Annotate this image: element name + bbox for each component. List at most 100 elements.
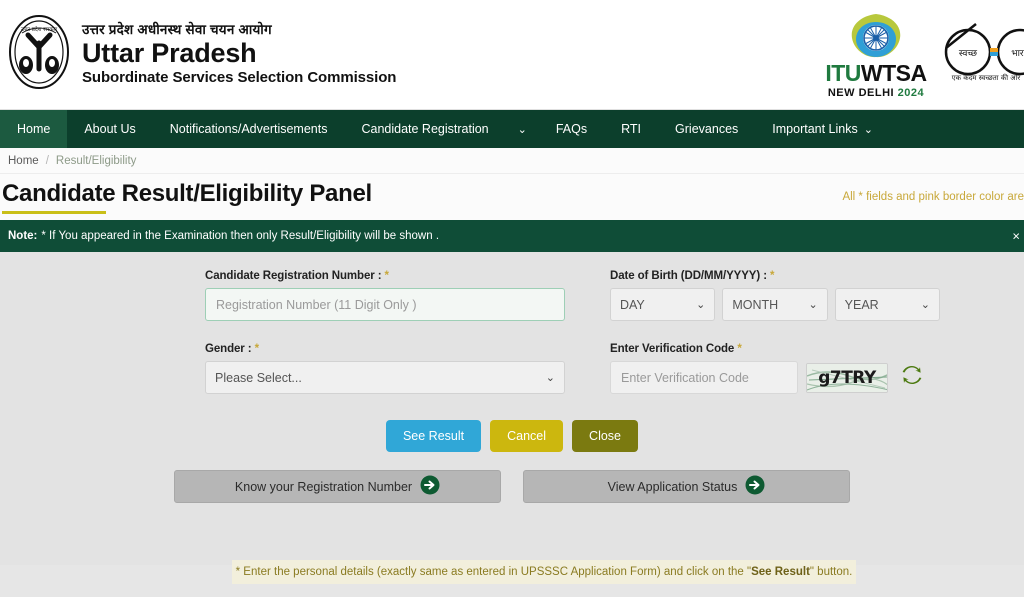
cancel-button[interactable]: Cancel xyxy=(490,420,564,452)
breadcrumb: Home / Result/Eligibility xyxy=(0,148,1024,174)
nav-item-faqs[interactable]: FAQs xyxy=(539,110,604,148)
nav-label: FAQs xyxy=(555,122,588,136)
breadcrumb-home-link[interactable]: Home xyxy=(8,155,39,167)
field-date-of-birth: Date of Birth (DD/MM/YYYY) : * DAY ⌄ MON… xyxy=(610,270,940,321)
page-root: उत्तर प्रदेश सरकार उत्तर प्रदेश अधीनस्थ … xyxy=(0,0,1024,597)
button-label: Know your Registration Number xyxy=(234,479,413,494)
nav-item-grievances[interactable]: Grievances xyxy=(658,110,755,148)
arrow-right-circle-icon xyxy=(420,475,440,498)
swachh-bharat-glasses-icon: स्वच्छ भारत एक कदम स्वच्छता की ओर xyxy=(938,18,1024,93)
captcha-text: g7TRY xyxy=(818,367,876,388)
brand-title-line2: Subordinate Services Selection Commissio… xyxy=(82,69,397,87)
svg-text:एक कदम स्वच्छता की ओर: एक कदम स्वच्छता की ओर xyxy=(952,73,1021,82)
svg-text:भारत: भारत xyxy=(1011,49,1024,59)
nav-item-about-us[interactable]: About Us xyxy=(67,110,152,148)
itu-city: NEW DELHI xyxy=(827,86,895,99)
svg-text:स्वच्छ: स्वच्छ xyxy=(959,49,978,59)
brand-title-line1: Uttar Pradesh xyxy=(82,37,257,68)
nav-label: RTI xyxy=(621,122,642,136)
svg-text:उत्तर प्रदेश सरकार: उत्तर प्रदेश सरकार xyxy=(21,26,58,33)
nav-item-important-links[interactable]: Important Links ⌄ xyxy=(755,110,890,148)
nav-label: Notifications/Advertisements xyxy=(169,122,328,136)
registration-number-label: Candidate Registration Number : * xyxy=(205,270,565,282)
itu-logo-name: ITUWTSA xyxy=(820,59,932,86)
itu-wtsa-logo: ITUWTSA NEW DELHI 2024 xyxy=(820,12,932,99)
see-result-button[interactable]: See Result xyxy=(385,420,482,452)
view-application-status-button[interactable]: View Application Status xyxy=(523,470,850,503)
form-row-2: Gender : * Please Select... ⌄ Enter Veri… xyxy=(0,343,1024,394)
nav-item-candidate-registration[interactable]: Candidate Registration xyxy=(344,110,505,148)
required-star: * xyxy=(254,343,260,355)
itu-year: 2024 xyxy=(897,86,925,99)
nav-item-notifications-advertisements[interactable]: Notifications/Advertisements xyxy=(153,110,345,148)
nav-item-home[interactable]: Home xyxy=(0,110,68,148)
secondary-buttons: Know your Registration Number View Appli… xyxy=(0,470,1024,503)
page-title: Candidate Result/Eligibility Panel xyxy=(2,180,372,214)
close-button[interactable]: Close xyxy=(572,420,639,452)
field-gender: Gender : * Please Select... ⌄ xyxy=(205,343,565,394)
verification-code-input[interactable] xyxy=(610,361,798,394)
dob-month-value: MONTH xyxy=(732,297,779,312)
breadcrumb-separator: / xyxy=(45,154,49,167)
verification-row: g7TRY xyxy=(610,361,940,394)
arrow-right-circle-icon xyxy=(745,475,765,498)
field-verification-code: Enter Verification Code * Enter Verifica… xyxy=(610,343,940,394)
dob-year-select[interactable]: YEAR ⌄ xyxy=(834,288,940,321)
site-header: उत्तर प्रदेश सरकार उत्तर प्रदेश अधीनस्थ … xyxy=(0,0,1024,110)
itu-text: ITU xyxy=(825,59,861,86)
label-text: Candidate Registration Number : xyxy=(205,270,385,282)
registration-number-input[interactable] xyxy=(205,288,565,321)
required-fields-note: All * fields and pink border color are xyxy=(842,191,1024,203)
captcha-image: g7TRY xyxy=(806,362,888,393)
note-prefix: Note: xyxy=(8,230,38,242)
main-navigation: Home About Us Notifications/Advertisemen… xyxy=(0,110,1024,148)
chevron-down-icon: ⌄ xyxy=(863,123,873,136)
dob-selects: DAY ⌄ MONTH ⌄ YEAR ⌄ xyxy=(610,288,940,321)
up-government-emblem-icon: उत्तर प्रदेश सरकार xyxy=(8,13,70,96)
chevron-down-icon: ⌄ xyxy=(545,372,555,384)
wtsa-text: WTSA xyxy=(860,59,927,86)
date-of-birth-label: Date of Birth (DD/MM/YYYY) : * xyxy=(610,270,940,282)
nav-label: Home xyxy=(17,122,51,136)
nav-item-rti[interactable]: RTI xyxy=(604,110,658,148)
gender-value: Please Select... xyxy=(215,370,302,385)
itu-logo-subtitle: NEW DELHI 2024 xyxy=(820,87,932,99)
footer-note-emphasis: See Result xyxy=(751,566,810,578)
required-star: * xyxy=(384,270,390,282)
form-area: Candidate Registration Number : * Date o… xyxy=(0,252,1024,565)
label-text: Enter Verification Code xyxy=(610,343,738,355)
dob-month-select[interactable]: MONTH ⌄ xyxy=(722,288,828,321)
verification-code-label: Enter Verification Code * xyxy=(610,343,940,355)
nav-label: About Us xyxy=(84,122,136,136)
nav-label: Grievances xyxy=(675,122,739,136)
footer-instruction-note: * Enter the personal details (exactly sa… xyxy=(232,560,856,584)
gender-label: Gender : * xyxy=(205,343,565,355)
field-registration-number: Candidate Registration Number : * xyxy=(205,270,565,321)
nav-label: Important Links xyxy=(772,122,858,136)
required-star: * xyxy=(737,343,742,355)
label-text: Gender : xyxy=(205,343,255,355)
footer-note-part2: " button. xyxy=(809,566,853,578)
note-text: * If You appeared in the Examination the… xyxy=(41,230,440,242)
header-logos: ITUWTSA NEW DELHI 2024 स्वच्छ भार एक कदम… xyxy=(820,0,1024,110)
form-grid: Candidate Registration Number : * Date o… xyxy=(0,270,1024,394)
brand-hindi-title: उत्तर प्रदेश अधीनस्थ सेवा चयन आयोग xyxy=(82,22,272,38)
gender-select[interactable]: Please Select... ⌄ xyxy=(205,361,565,394)
footer-note-part1: * Enter the personal details (exactly sa… xyxy=(235,566,752,578)
refresh-icon[interactable] xyxy=(900,363,924,392)
nav-dropdown-toggle[interactable]: ⌄ xyxy=(506,110,539,148)
chevron-down-icon: ⌄ xyxy=(696,299,706,311)
action-buttons: See Result Cancel Close xyxy=(0,420,1024,452)
label-text: Date of Birth (DD/MM/YYYY) : xyxy=(610,270,771,282)
breadcrumb-current: Result/Eligibility xyxy=(55,154,137,167)
chevron-down-icon: ⌄ xyxy=(808,299,818,311)
close-icon[interactable]: × xyxy=(1012,230,1020,243)
button-label: View Application Status xyxy=(607,479,738,494)
ashoka-chakra-icon xyxy=(851,13,901,57)
chevron-down-icon: ⌄ xyxy=(920,299,930,311)
nav-label: Candidate Registration xyxy=(361,122,489,136)
dob-day-select[interactable]: DAY ⌄ xyxy=(610,288,716,321)
know-your-registration-number-button[interactable]: Know your Registration Number xyxy=(174,470,501,503)
brand-block: उत्तर प्रदेश अधीनस्थ सेवा चयन आयोग Uttar… xyxy=(82,22,396,86)
note-banner: Note: * If You appeared in the Examinati… xyxy=(0,220,1024,252)
